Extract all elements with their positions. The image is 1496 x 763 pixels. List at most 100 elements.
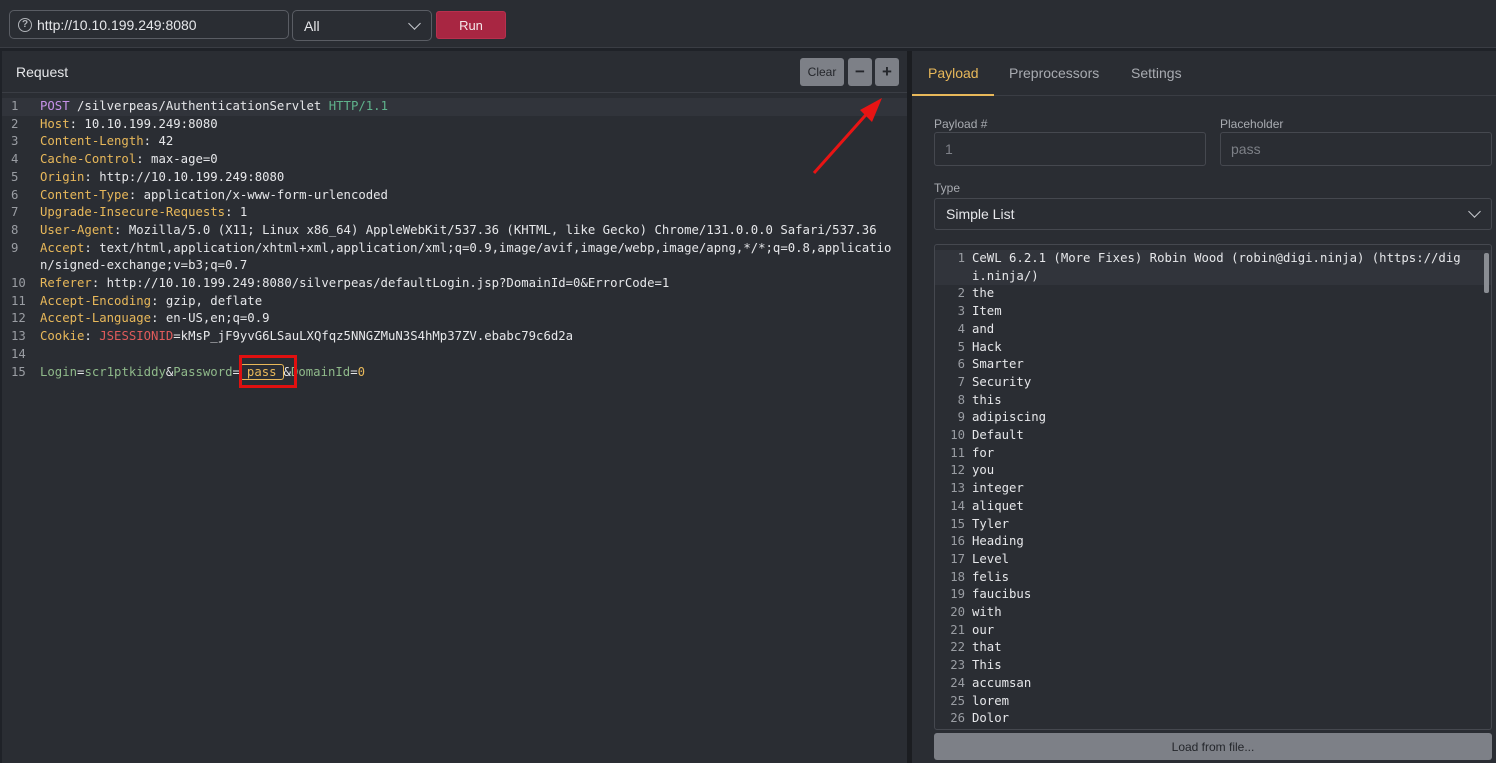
line-number: 12 [11,311,26,326]
code-token: =kMsP_jF9yvG6LSauLXQfqz5NNGZMuN3S4hMp37Z… [173,329,574,344]
line-number: 15 [11,364,26,379]
line-code: Accept-Encoding: gzip, deflate [32,293,907,311]
request-line[interactable]: 1 POST /silverpeas/AuthenticationServlet … [2,98,907,116]
tab-bar: Payload Preprocessors Settings [912,51,1496,96]
code-token: = [350,364,358,379]
list-item-number: 6 [957,357,965,372]
tab-payload[interactable]: Payload [928,65,979,81]
url-input[interactable]: ? http://10.10.199.249:8080 [9,10,289,39]
placeholder-highlight-box [239,355,297,388]
payload-number-field[interactable]: 1 [934,132,1206,166]
list-item[interactable]: 6 Smarter [935,356,1491,374]
list-item[interactable]: 5 Hack [935,339,1491,357]
request-line[interactable]: 6 Content-Type: application/x-www-form-ur… [2,187,907,205]
code-token: : application/x-www-form-urlencoded [128,187,388,202]
help-icon[interactable]: ? [18,17,32,32]
code-token: : gzip, deflate [151,293,263,308]
list-item[interactable]: 8 this [935,392,1491,410]
code-token: Content-Length [40,134,144,149]
list-item-text: aliquet [972,498,1024,513]
list-item[interactable]: 7 Security [935,374,1491,392]
list-item-number: 11 [950,445,965,460]
list-item[interactable]: 26 Dolor [935,710,1491,728]
list-item-text: Security [972,374,1032,389]
list-item[interactable]: 1 CeWL 6.2.1 (More Fixes) Robin Wood (rob… [935,250,1491,286]
list-item-text: Dolor [972,711,1010,726]
payload-list[interactable]: 1 CeWL 6.2.1 (More Fixes) Robin Wood (rob… [934,244,1492,730]
code-token: Cookie [40,329,85,344]
remove-placeholder-button[interactable]: − [848,58,872,86]
tab-preprocessors[interactable]: Preprocessors [1009,65,1099,81]
request-line[interactable]: 2 Host: 10.10.199.249:8080 [2,116,907,134]
placeholder-field[interactable]: pass [1220,132,1492,166]
list-item[interactable]: 9 adipiscing [935,409,1491,427]
line-code: Host: 10.10.199.249:8080 [32,116,907,134]
request-line[interactable]: 11 Accept-Encoding: gzip, deflate [2,293,907,311]
list-item[interactable]: 20 with [935,604,1491,622]
code-token: : en-US,en;q=0.9 [151,311,270,326]
list-item[interactable]: 3 Item [935,303,1491,321]
request-line[interactable]: 4 Cache-Control: max-age=0 [2,151,907,169]
load-from-file-button[interactable]: Load from file... [934,733,1492,760]
request-line[interactable]: 14 [2,346,907,364]
mode-select[interactable]: All [292,10,432,41]
list-item[interactable]: 10 Default [935,427,1491,445]
code-token: Accept [40,240,85,255]
code-token: User-Agent [40,222,115,237]
request-line[interactable]: 7 Upgrade-Insecure-Requests: 1 [2,204,907,222]
line-number: 8 [11,222,19,237]
request-line[interactable]: 12 Accept-Language: en-US,en;q=0.9 [2,310,907,328]
list-item-number: 3 [957,304,965,319]
list-item-text: Heading [972,534,1024,549]
type-select[interactable]: Simple List [934,198,1492,230]
line-code: Content-Type: application/x-www-form-url… [32,187,907,205]
list-item-number: 4 [957,321,965,336]
annotation-arrow-icon [812,98,882,174]
list-item-text: the [972,286,995,301]
list-item-text: that [972,640,1002,655]
list-item[interactable]: 19 faucibus [935,586,1491,604]
request-line[interactable]: 9 Accept: text/html,application/xhtml+xml… [2,240,907,275]
list-item-text: our [972,622,995,637]
list-item[interactable]: 14 aliquet [935,498,1491,516]
add-placeholder-button[interactable]: + [875,58,899,86]
clear-button[interactable]: Clear [800,58,844,86]
request-header: Request Clear − + [2,51,907,93]
list-item-number: 2 [957,286,965,301]
request-line[interactable]: 15 Login=scr1ptkiddy&Password= pass &Domain… [2,363,907,382]
request-line[interactable]: 8 User-Agent: Mozilla/5.0 (X11; Linux x86… [2,222,907,240]
list-item[interactable]: 16 Heading [935,533,1491,551]
list-item[interactable]: 17 Level [935,551,1491,569]
list-item-number: 1 [957,251,965,265]
request-line[interactable]: 13 Cookie: JSESSIONID=kMsP_jF9yvG6LSauLXQ… [2,328,907,346]
request-line[interactable]: 3 Content-Length: 42 [2,133,907,151]
list-item-number: 9 [957,410,965,425]
run-button[interactable]: Run [436,11,506,39]
list-item[interactable]: 13 integer [935,480,1491,498]
list-item[interactable]: 22 that [935,639,1491,657]
tab-settings[interactable]: Settings [1131,65,1182,81]
list-item[interactable]: 4 and [935,321,1491,339]
mode-value: All [304,17,320,34]
list-item[interactable]: 15 Tyler [935,516,1491,534]
list-item[interactable]: 11 for [935,445,1491,463]
scrollbar[interactable] [1484,253,1489,293]
list-item[interactable]: 24 accumsan [935,675,1491,693]
list-item[interactable]: 18 felis [935,569,1491,587]
line-code: Accept: text/html,application/xhtml+xml,… [32,240,907,275]
active-tab-indicator [912,94,994,96]
request-line[interactable]: 10 Referer: http://10.10.199.249:8080/sil… [2,275,907,293]
request-line[interactable]: 5 Origin: http://10.10.199.249:8080 [2,169,907,187]
list-item[interactable]: 21 our [935,622,1491,640]
line-number: 4 [11,152,19,167]
list-item[interactable]: 23 This [935,657,1491,675]
request-editor[interactable]: 1 POST /silverpeas/AuthenticationServlet … [2,98,907,381]
list-item[interactable]: 12 you [935,462,1491,480]
code-token: Accept-Encoding [40,293,152,308]
line-code: Referer: http://10.10.199.249:8080/silve… [32,275,907,293]
list-item-number: 24 [950,675,965,690]
list-item[interactable]: 25 lorem [935,693,1491,711]
list-item-text: This [972,658,1002,673]
list-item-text: integer [972,481,1024,496]
list-item[interactable]: 2 the [935,285,1491,303]
